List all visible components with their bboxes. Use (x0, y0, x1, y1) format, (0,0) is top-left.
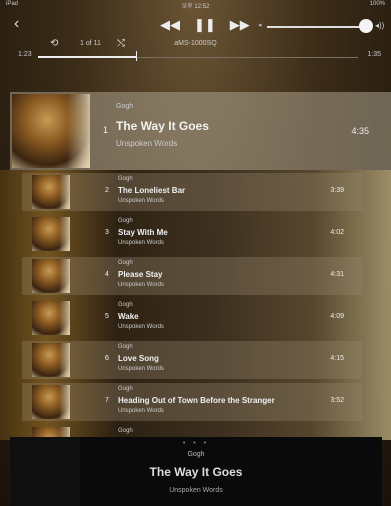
volume-max-icon: ◂)) (375, 21, 385, 30)
progress-fill (38, 56, 136, 58)
track-duration: 4:31 (330, 271, 344, 278)
track-title: Heading Out of Town Before the Stranger (118, 396, 275, 405)
track-row[interactable]: 4 Gogh Please Stay Unspoken Words 4:31 (22, 257, 362, 295)
progress-handle[interactable] (136, 51, 137, 61)
rewind-icon[interactable]: ◀◀ (160, 17, 180, 33)
volume-slider-track[interactable] (267, 26, 363, 28)
clock: 오후 12:52 (181, 4, 210, 10)
now-playing-album: Unspoken Words (169, 487, 223, 494)
track-artist: Gogh (118, 260, 133, 266)
track-duration: 3:39 (330, 187, 344, 194)
track-artist: Gogh (118, 176, 133, 182)
track-duration: 4:35 (351, 126, 369, 136)
track-album: Unspoken Words (118, 408, 164, 414)
track-artist: Gogh (118, 302, 133, 308)
track-title: The Way It Goes (116, 119, 209, 133)
elapsed-time: 1:23 (18, 51, 32, 58)
track-duration: 4:09 (330, 313, 344, 320)
now-playing-artist: Gogh (187, 451, 205, 458)
volume-slider-knob[interactable] (359, 19, 373, 33)
track-row[interactable]: 8 Gogh (22, 425, 362, 437)
track-number: 3 (105, 229, 109, 236)
track-album: Unspoken Words (118, 366, 164, 372)
track-title: Wake (118, 312, 139, 321)
album-art (32, 385, 70, 419)
track-number: 6 (105, 355, 109, 362)
back-icon[interactable]: ‹ (14, 16, 24, 32)
album-art (32, 301, 70, 335)
page-indicator: • • • (182, 440, 210, 447)
transport-controls: ◀◀ ❚❚ ▶▶ (160, 17, 250, 33)
track-title: The Loneliest Bar (118, 186, 186, 195)
track-number: 5 (105, 313, 109, 320)
track-row[interactable]: 3 Gogh Stay With Me Unspoken Words 4:02 (22, 215, 362, 253)
track-duration: 4:15 (330, 355, 344, 362)
track-album: Unspoken Words (118, 282, 164, 288)
total-time: 1:35 (367, 51, 381, 58)
track-row[interactable]: 6 Gogh Love Song Unspoken Words 4:15 (22, 341, 362, 379)
track-artist: Gogh (116, 103, 134, 110)
track-duration: 3:52 (330, 397, 344, 404)
now-playing-bar[interactable]: • • • Gogh The Way It Goes Unspoken Word… (10, 437, 382, 506)
track-title: Love Song (118, 354, 159, 363)
album-art (32, 259, 70, 293)
track-title: Please Stay (118, 270, 163, 279)
track-artist: Gogh (118, 218, 133, 224)
album-art (12, 94, 90, 168)
track-artist: Gogh (118, 428, 133, 434)
track-number: 7 (105, 397, 109, 404)
track-row[interactable]: 7 Gogh Heading Out of Town Before the St… (22, 383, 362, 421)
now-playing-title: The Way It Goes (149, 465, 243, 479)
track-artist: Gogh (118, 344, 133, 350)
track-album: Unspoken Words (118, 198, 164, 204)
track-row[interactable]: 2 Gogh The Loneliest Bar Unspoken Words … (22, 173, 362, 211)
track-row[interactable]: 5 Gogh Wake Unspoken Words 4:09 (22, 299, 362, 337)
fast-forward-icon[interactable]: ▶▶ (230, 17, 250, 33)
pause-icon[interactable]: ❚❚ (194, 17, 216, 33)
album-art (32, 427, 70, 437)
album-art (32, 217, 70, 251)
album-art (32, 175, 70, 209)
track-album: Unspoken Words (118, 324, 164, 330)
track-artist: Gogh (118, 386, 133, 392)
volume-min-icon: ◂ (258, 22, 262, 29)
battery-label: 100% (369, 1, 385, 7)
track-number: 2 (105, 187, 109, 194)
track-number: 1 (103, 125, 109, 135)
track-album: Unspoken Words (118, 240, 164, 246)
album-art (32, 343, 70, 377)
track-album: Unspoken Words (116, 139, 178, 148)
track-title: Stay With Me (118, 228, 168, 237)
status-bar: iPad 오후 12:52 100% (0, 0, 391, 10)
track-duration: 4:02 (330, 229, 344, 236)
device-name: aMS-1000SQ (174, 40, 217, 47)
track-number: 4 (105, 271, 109, 278)
